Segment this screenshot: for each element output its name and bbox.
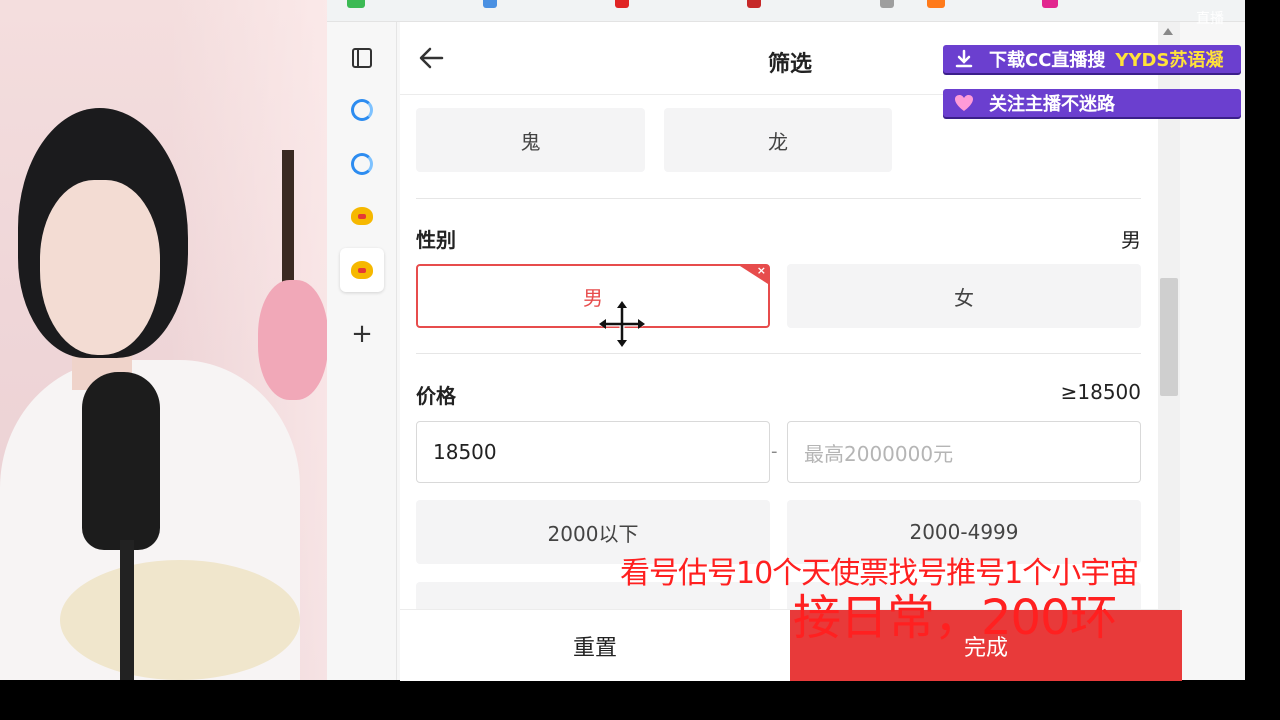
sidebar-panel-toggle[interactable]: [340, 36, 384, 80]
section-divider: [416, 198, 1141, 199]
game-app-icon: [351, 207, 373, 225]
chip-option[interactable]: 鬼: [416, 108, 645, 172]
sidebar-add-button[interactable]: +: [340, 312, 384, 356]
microphone-stand: [120, 540, 134, 680]
chip-label: 2000以下: [547, 521, 639, 546]
plush-toy: [60, 560, 300, 680]
banner-highlight: YYDS苏语凝: [1115, 50, 1224, 71]
price-separator: -: [771, 441, 778, 462]
browser-tab-strip: [327, 0, 1245, 22]
chip-label: 龙: [768, 129, 788, 154]
price-section-title: 价格: [416, 384, 456, 408]
sidebar-panel-icon: [352, 48, 372, 68]
browser-sidebar: +: [327, 22, 397, 680]
tab-favicon[interactable]: [615, 0, 629, 8]
stream-logo: 直播: [1196, 11, 1224, 27]
tab-favicon[interactable]: [747, 0, 761, 8]
game-app-icon: [351, 261, 373, 279]
price-summary: ≥18500: [1060, 380, 1141, 404]
banner-text: 下载CC直播搜: [989, 50, 1106, 71]
scroll-up-arrow-icon[interactable]: [1163, 28, 1173, 35]
guitar-body: [258, 280, 327, 400]
move-cursor-icon: [599, 301, 645, 347]
scrollbar-thumb[interactable]: [1160, 278, 1178, 396]
webcam-feed: [0, 0, 327, 680]
heart-icon: [953, 93, 975, 113]
tab-favicon[interactable]: [880, 0, 894, 8]
plus-icon: +: [351, 319, 373, 349]
chip-label: 鬼: [520, 129, 541, 154]
tab-favicon[interactable]: [927, 0, 945, 8]
reset-button[interactable]: 重置: [400, 610, 790, 681]
download-icon: [953, 49, 975, 69]
gender-section-title: 性别: [416, 228, 456, 252]
sidebar-item-cc-1[interactable]: [340, 88, 384, 132]
download-banner: 下载CC直播搜 YYDS苏语凝: [943, 45, 1241, 73]
screen: + + 筛选 鬼 龙: [0, 0, 1280, 720]
sidebar-item-game-2[interactable]: [340, 248, 384, 292]
section-divider: [416, 353, 1141, 354]
tab-favicon[interactable]: [1042, 0, 1058, 8]
chip-label: 女: [954, 285, 974, 310]
banner-text: 关注主播不迷路: [989, 94, 1115, 115]
chip-option[interactable]: 龙: [664, 108, 892, 172]
price-min-input[interactable]: 18500: [416, 421, 770, 483]
streamer-face: [40, 180, 160, 355]
cc-app-icon: [351, 153, 373, 175]
sidebar-item-game-1[interactable]: [340, 194, 384, 238]
tab-favicon[interactable]: [483, 0, 497, 8]
promo-text-line-2: 接日常，200环: [793, 590, 1118, 646]
price-max-input[interactable]: 最高2000000元: [787, 421, 1141, 483]
gender-option-female[interactable]: 女: [787, 264, 1141, 328]
chip-label: 2000-4999: [909, 520, 1019, 544]
gender-option-male[interactable]: 男 ×: [416, 264, 770, 328]
sidebar-item-cc-2[interactable]: [340, 142, 384, 186]
cc-app-icon: [351, 99, 373, 121]
microphone: [82, 372, 160, 550]
close-icon: ×: [756, 264, 766, 277]
tab-favicon[interactable]: [347, 0, 365, 8]
gender-selected-value: 男: [1121, 228, 1141, 252]
follow-banner: 关注主播不迷路: [943, 89, 1241, 117]
